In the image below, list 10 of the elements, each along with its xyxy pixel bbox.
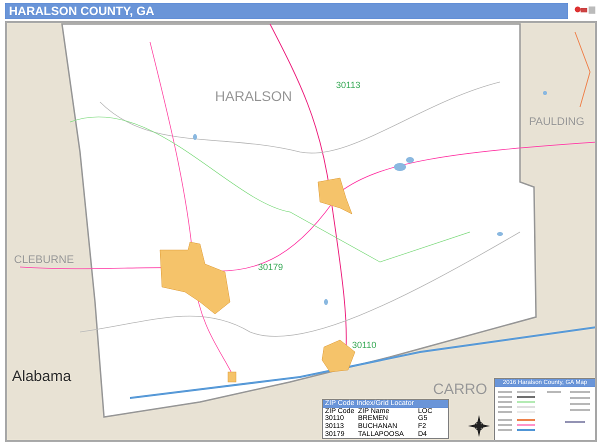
zip-code-label: 30113 xyxy=(336,81,360,90)
state-label: Alabama xyxy=(12,369,72,384)
county-label: PAULDING xyxy=(529,117,584,128)
county-label: CARRO xyxy=(433,382,488,397)
county-label: CLEBURNE xyxy=(14,255,74,266)
compass-icon xyxy=(468,415,490,437)
county-label: HARALSON xyxy=(215,89,292,103)
zip-code-label: 30179 xyxy=(258,263,284,272)
map-title: HARALSON COUNTY, GA xyxy=(5,3,568,19)
zip-code-label: 30110 xyxy=(352,341,376,350)
